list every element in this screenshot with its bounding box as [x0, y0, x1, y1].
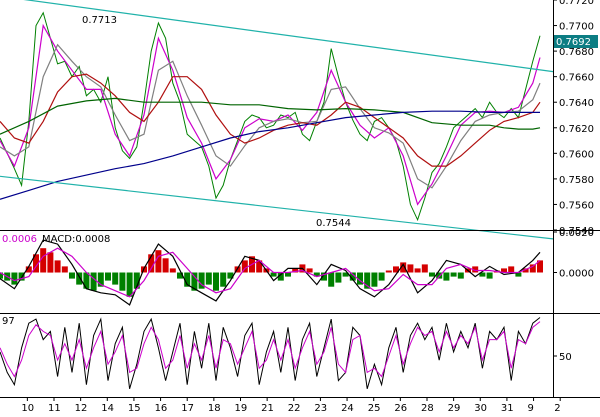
x-tick-label: 18	[208, 403, 221, 413]
price-y-tick-label: 0.7640	[559, 98, 594, 109]
macd-histogram-bar	[162, 258, 169, 273]
macd-histogram-bar	[306, 268, 313, 273]
chart-root: 0.7713 0.7544 0.7692 0.0006 MACD:0.0008 …	[0, 0, 600, 414]
macd-histogram-bar	[69, 272, 75, 279]
x-tick-label: 30	[474, 403, 487, 413]
x-tick-label: 10	[21, 403, 34, 413]
macd-y-tick-label: 0.0020	[559, 228, 594, 239]
macd-histogram-bar	[112, 272, 119, 285]
macd-histogram-bar	[529, 264, 536, 273]
macd-histogram-bar	[126, 272, 133, 297]
macd-histogram-bar	[335, 272, 342, 283]
price-y-tick-label: 0.7580	[559, 175, 594, 186]
macd-histogram-bar	[47, 252, 54, 273]
price-y-tick-label: 0.7620	[559, 124, 594, 135]
macd-histogram-bar	[371, 272, 378, 287]
x-tick-label: 17	[181, 403, 194, 413]
oscillator-header: 97	[2, 316, 15, 327]
macd-histogram-bar	[450, 272, 457, 277]
macd-histogram-bar	[378, 272, 385, 281]
x-tick-label: 31	[501, 403, 514, 413]
macd-histogram-bar	[443, 272, 450, 281]
x-tick-label: 26	[394, 403, 407, 413]
macd-header-signal: 0.0006	[2, 234, 37, 245]
price-y-tick-label: 0.7660	[559, 73, 594, 84]
macd-histogram-bar	[119, 272, 126, 291]
macd-y-tick-label: 0.0000	[559, 269, 594, 280]
macd-histogram-bar	[90, 272, 97, 291]
x-tick-label: 11	[48, 403, 61, 413]
macd-histogram-bar	[220, 272, 227, 287]
annotation-high: 0.7713	[82, 15, 117, 26]
x-tick-label: 19	[234, 403, 247, 413]
macd-histogram-bar	[205, 272, 212, 285]
macd-histogram-bar	[40, 248, 47, 273]
macd-histogram-bar	[61, 266, 68, 273]
macd-histogram-bar	[486, 272, 493, 279]
macd-histogram-bar	[54, 260, 61, 273]
x-tick-label: 24	[341, 403, 354, 413]
x-tick-label: 28	[421, 403, 434, 413]
annotation-low: 0.7544	[316, 218, 351, 229]
macd-histogram-bar	[508, 266, 515, 273]
price-y-tick-label: 0.7560	[559, 200, 594, 211]
x-tick-label: 15	[128, 403, 141, 413]
macd-histogram-bar	[213, 272, 219, 291]
macd-histogram-bar	[421, 264, 428, 273]
macd-header-value: MACD:0.0008	[42, 234, 110, 245]
macd-histogram-bar	[11, 272, 18, 285]
price-y-tick-label: 0.7680	[559, 47, 594, 58]
macd-histogram-bar	[270, 272, 277, 277]
price-y-tick-label: 0.7700	[559, 22, 594, 33]
macd-histogram-bar	[429, 272, 435, 277]
x-tick-label: 23	[314, 403, 327, 413]
macd-histogram-bar	[155, 250, 162, 273]
oscillator-y-tick-label: 50	[559, 352, 572, 363]
x-tick-label: 12	[75, 403, 88, 413]
macd-histogram-bar	[285, 272, 291, 277]
macd-histogram-bar	[414, 268, 421, 273]
price-y-tick-label: 0.7600	[559, 149, 594, 160]
macd-histogram-bar	[76, 272, 83, 285]
price-y-tick-label: 0.7720	[559, 0, 594, 7]
x-tick-label: 14	[101, 403, 114, 413]
macd-histogram-bar	[105, 272, 111, 281]
x-tick-label: 29	[448, 403, 461, 413]
x-tick-label: 9	[528, 403, 534, 413]
x-tick-label: 25	[368, 403, 381, 413]
x-tick-label: 21	[261, 403, 274, 413]
macd-histogram-bar	[457, 272, 464, 279]
macd-histogram-bar	[407, 264, 414, 273]
chart-svg: 0.7713 0.7544 0.7692 0.0006 MACD:0.0008 …	[0, 0, 600, 414]
x-tick-label: 2	[554, 403, 560, 413]
macd-histogram-bar	[328, 272, 335, 287]
macd-histogram-bar	[169, 268, 176, 273]
macd-histogram-bar	[385, 270, 392, 273]
x-tick-label: 16	[155, 403, 168, 413]
x-tick-label: 22	[288, 403, 301, 413]
